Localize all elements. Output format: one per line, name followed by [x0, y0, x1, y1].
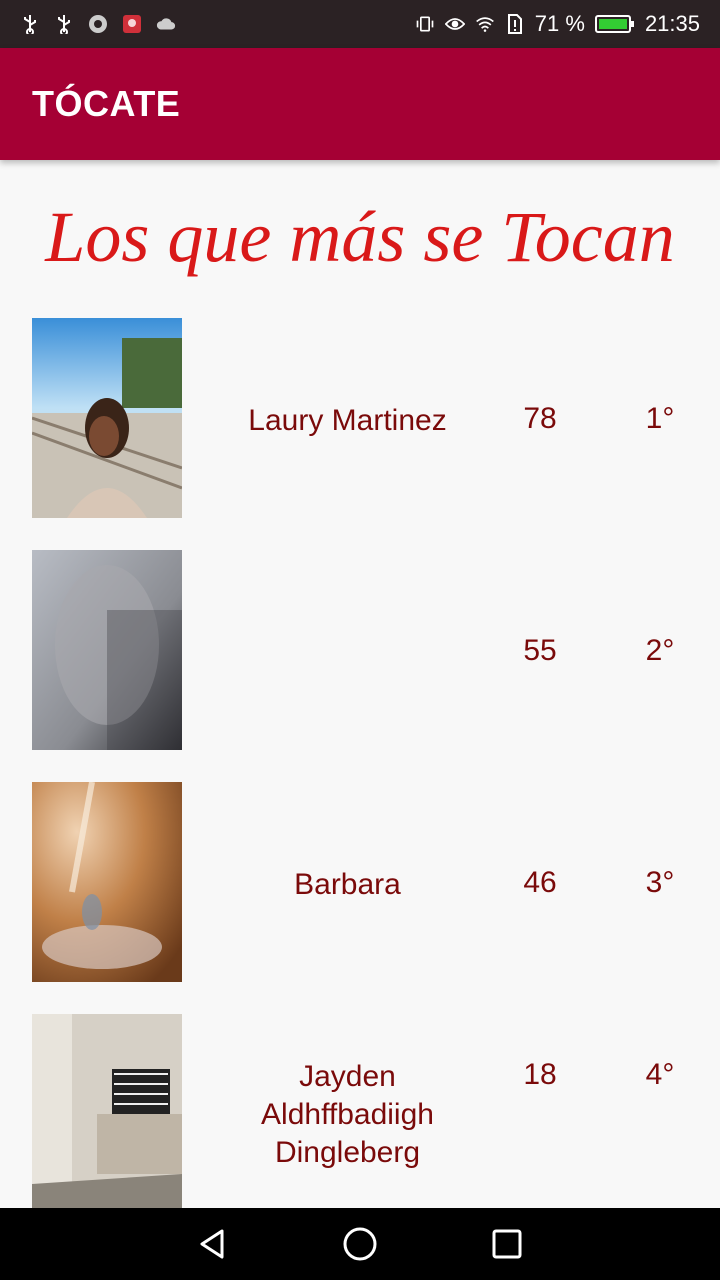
- list-item[interactable]: Jayden Aldhffbadiigh Dingleberg 18 4°: [0, 1014, 720, 1208]
- wifi-icon: [475, 14, 495, 34]
- battery-percent: 71 %: [534, 11, 585, 36]
- avatar: [32, 781, 182, 982]
- player-rank: 3°: [645, 866, 675, 899]
- player-name: Laury Martinez: [248, 404, 447, 437]
- battery-icon: [594, 14, 635, 34]
- player-score: 55: [523, 634, 557, 667]
- avatar: [32, 550, 182, 750]
- sim-alert-icon: [505, 14, 525, 34]
- list-item[interactable]: Barbara 46 3°: [0, 781, 720, 1014]
- player-rank: 1°: [645, 402, 675, 435]
- list-item[interactable]: 55 2°: [0, 550, 720, 782]
- navigation-bar: [0, 1208, 720, 1280]
- app-bar: TÓCATE: [0, 48, 720, 160]
- avatar: [31, 318, 183, 518]
- list-item[interactable]: Laury Martinez 78 1°: [0, 318, 720, 550]
- cloud-icon: [156, 14, 176, 34]
- eye-icon: [444, 14, 465, 34]
- back-button[interactable]: [193, 1224, 233, 1264]
- usb-icon: [20, 14, 40, 34]
- usb-icon: [54, 14, 74, 34]
- huawei-icon: [122, 14, 142, 34]
- leaderboard-list[interactable]: Laury Martinez 78 1° 55 2° Barbara 46 3°…: [0, 318, 720, 1208]
- back-icon: [200, 1229, 224, 1259]
- home-button[interactable]: [340, 1224, 380, 1264]
- status-bar: 71 % 21:35: [0, 0, 720, 48]
- player-rank: 2°: [645, 634, 675, 667]
- clock: 21:35: [644, 11, 700, 36]
- app-title: TÓCATE: [32, 83, 181, 124]
- vibrate-icon: [415, 14, 435, 34]
- leaderboard-headline: Los que más se Tocan: [45, 197, 675, 277]
- player-score: 46: [523, 866, 557, 899]
- player-score: 18: [523, 1058, 557, 1091]
- home-icon: [343, 1227, 377, 1261]
- avatar: [32, 1014, 182, 1208]
- player-name: Barbara: [294, 868, 401, 901]
- chrome-icon: [88, 14, 108, 34]
- player-score: 78: [523, 402, 557, 435]
- recents-icon: [492, 1229, 522, 1259]
- player-rank: 4°: [645, 1058, 675, 1091]
- recents-button[interactable]: [487, 1224, 527, 1264]
- player-name: Jayden Aldhffbadiigh Dingleberg: [261, 1060, 434, 1169]
